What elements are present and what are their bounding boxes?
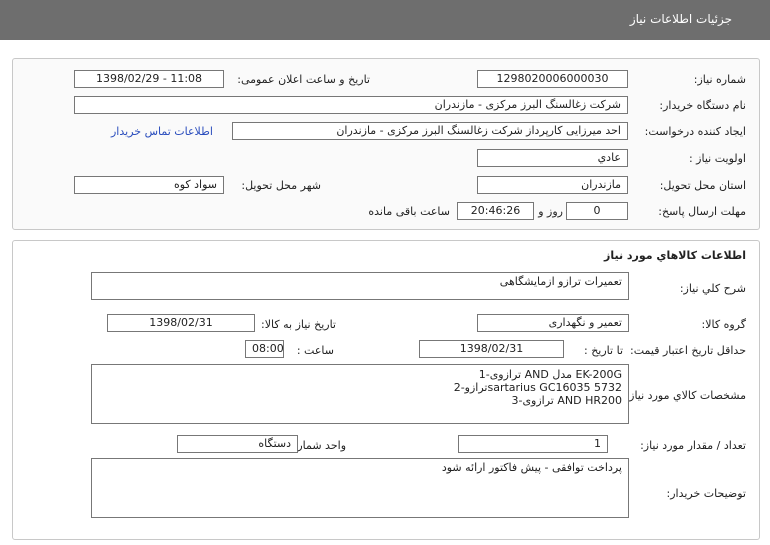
requester-field: احد میرزایی کارپرداز شرکت زغالسنگ البرز … <box>232 122 628 140</box>
priority-label: اولویت نیاز : <box>688 152 746 165</box>
goods-group-field: تعمیر و نگهداری <box>477 314 629 332</box>
remaining-days-field: 0 <box>566 202 628 220</box>
delivery-province-label: استان محل تحویل: <box>659 179 746 192</box>
response-deadline-label: مهلت ارسال پاسخ: <box>658 205 746 218</box>
page-title: جزئیات اطلاعات نیاز <box>629 12 732 26</box>
goods-specs-label: مشخصات کالاي مورد نياز: <box>625 389 746 402</box>
spec-line-3: 3-ترازوی AND HR200 <box>511 394 622 407</box>
goods-group-label: گروه کالا: <box>701 318 746 331</box>
unit-field: دستگاه <box>177 435 298 453</box>
days-label: روز و <box>538 205 563 218</box>
buyer-name-label: نام دستگاه خریدار: <box>659 99 746 112</box>
goods-specs-field: 1-ترازوی AND مدل EK-200G 2-ترازوsartariu… <box>91 364 629 424</box>
remaining-hours-label: ساعت باقی مانده <box>368 205 450 218</box>
need-number-label: شماره نیاز: <box>693 73 746 86</box>
until-date-label: تا تاريخ : <box>584 344 623 357</box>
need-summary-label: شرح کلي نياز: <box>679 282 746 295</box>
need-number-field: 1298020006000030 <box>477 70 628 88</box>
validity-hour-label: ساعت : <box>296 344 334 357</box>
buyer-notes-field: پرداخت توافقی - پیش فاکتور ارائه شود <box>91 458 629 518</box>
price-validity-label: حداقل تاريخ اعتبار قيمت: <box>630 344 746 357</box>
goods-section-title: اطلاعات کالاهاي مورد نياز <box>604 249 746 262</box>
spec-line-2: 2-ترازوsartarius GC16035 5732 <box>453 381 622 394</box>
spec-line-1: 1-ترازوی AND مدل EK-200G <box>478 368 622 381</box>
priority-field: عادي <box>477 149 628 167</box>
need-summary-field: تعمیرات ترازو ازمایشگاهی <box>91 272 629 300</box>
need-date-label: تاريخ نياز به کالا: <box>261 318 336 331</box>
buyer-name-field: شرکت زغالسنگ البرز مرکزی - مازندران <box>74 96 628 114</box>
announce-datetime-field: 1398/02/29 - 11:08 <box>74 70 224 88</box>
requester-label: ایجاد کننده درخواست: <box>644 125 746 138</box>
validity-hour-field: 08:00 <box>245 340 284 358</box>
delivery-province-field: مازندران <box>477 176 628 194</box>
buyer-notes-label: توضيحات خريدار: <box>666 487 747 500</box>
delivery-city-label: شهر محل تحویل: <box>241 179 321 192</box>
page-header: جزئیات اطلاعات نیاز <box>0 0 770 40</box>
need-date-field: 1398/02/31 <box>107 314 255 332</box>
quantity-label: تعداد / مقدار مورد نياز: <box>640 439 746 452</box>
remaining-time-field: 20:46:26 <box>457 202 534 220</box>
delivery-city-field: سواد کوه <box>74 176 224 194</box>
quantity-field: 1 <box>458 435 608 453</box>
until-date-field: 1398/02/31 <box>419 340 564 358</box>
buyer-contact-link[interactable]: اطلاعات تماس خریدار <box>111 125 213 138</box>
announce-datetime-label: تاریخ و ساعت اعلان عمومی: <box>237 73 370 86</box>
